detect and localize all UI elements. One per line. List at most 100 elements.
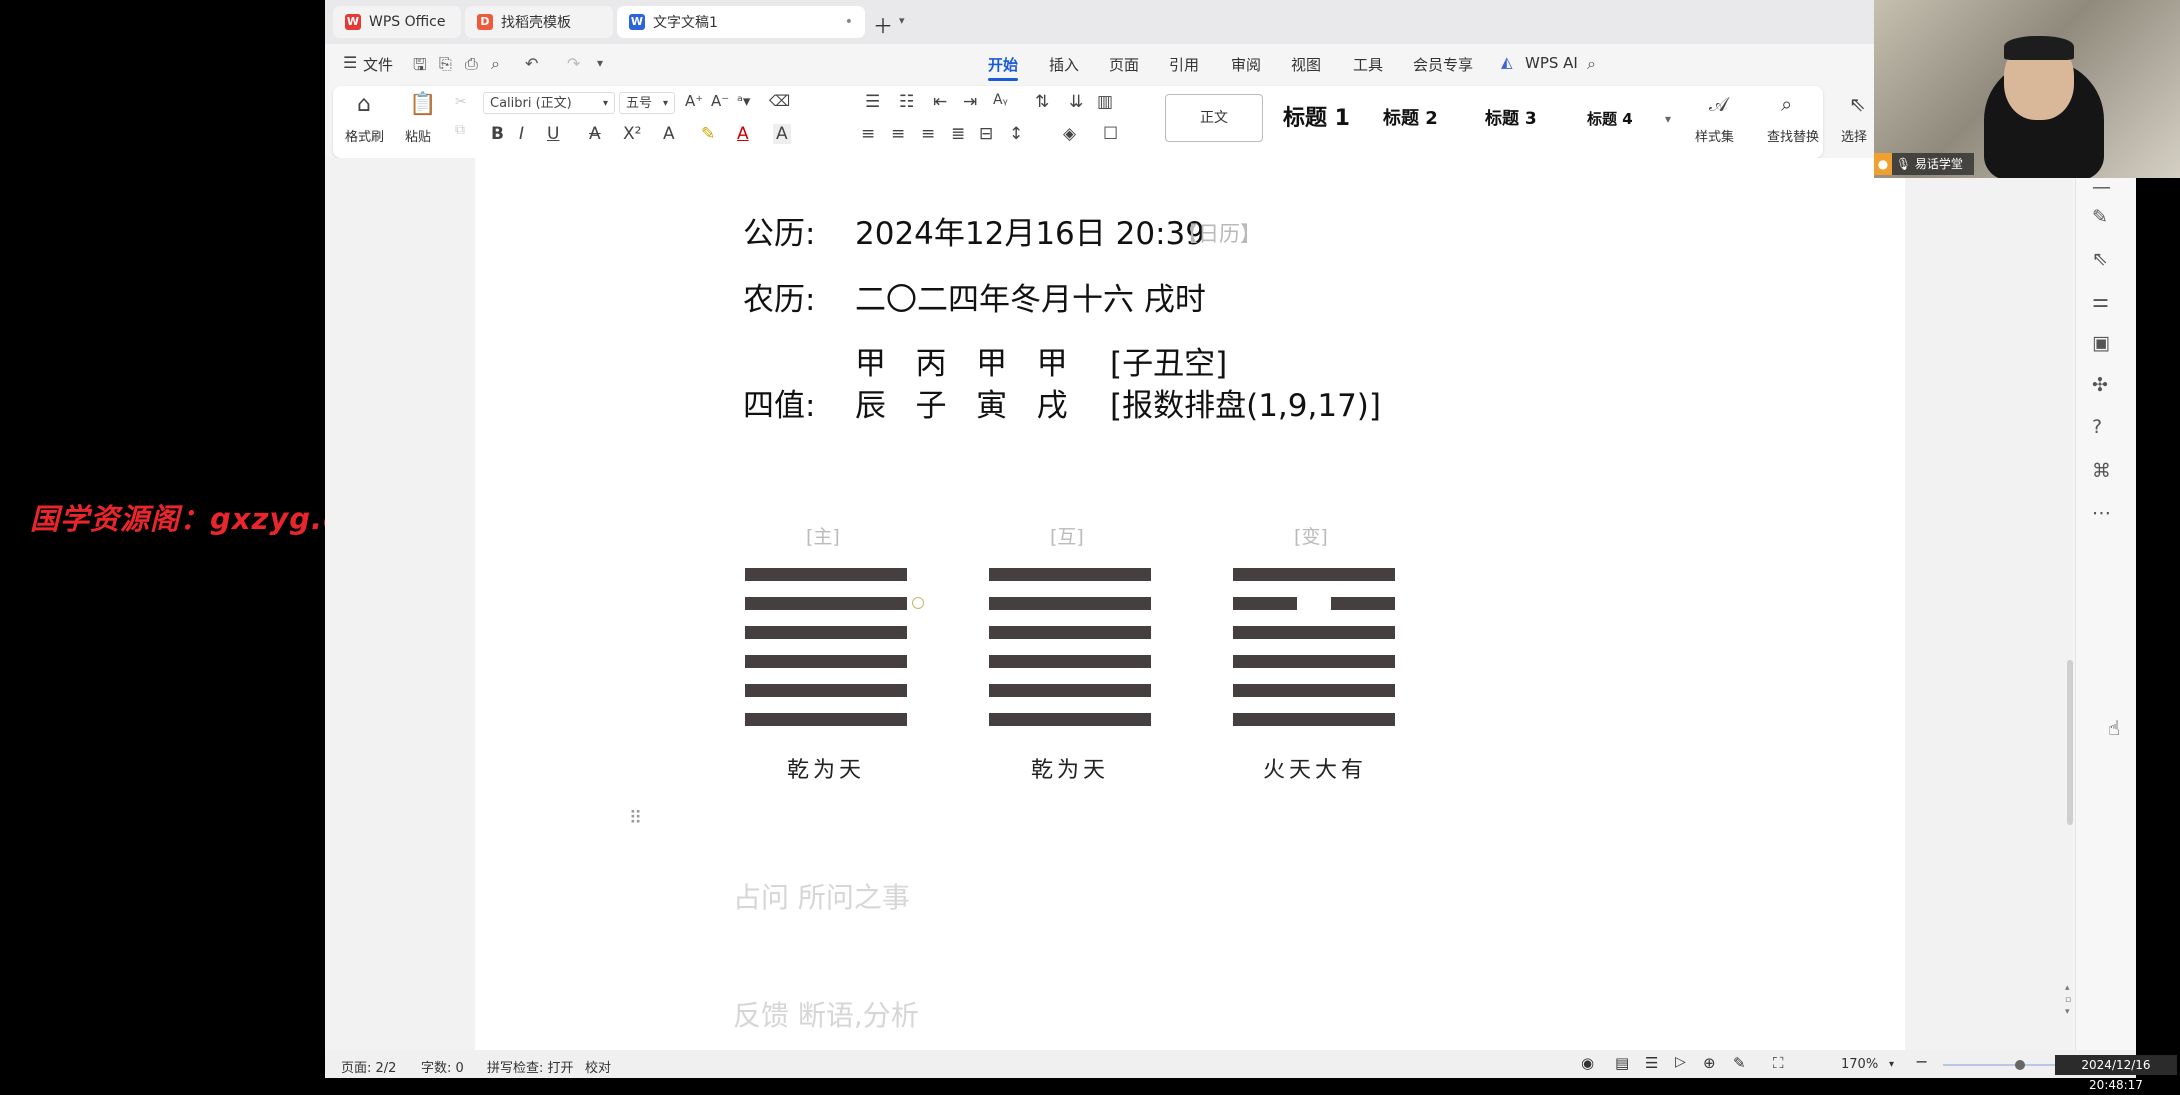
proofread-button[interactable]: 校对 [585,1057,611,1076]
grow-font-icon[interactable]: A⁺ [685,92,703,110]
menu-tab-tools[interactable]: 工具 [1353,54,1383,75]
help-icon[interactable]: ? [2092,416,2102,438]
shrink-font-icon[interactable]: A⁻ [711,92,729,110]
share-icon[interactable]: ⎘ [439,54,452,74]
feedback-placeholder[interactable]: 反馈 断语,分析 [733,994,919,1034]
style-heading-3[interactable]: 标题 3 [1485,94,1537,144]
chevron-down-icon[interactable]: ▾ [1889,1059,1894,1070]
phonetic-guide-icon[interactable]: ᵃ▾ [737,92,750,110]
text-effect-icon[interactable]: A [663,124,675,144]
adjust-sliders-icon[interactable]: ⚌ [2092,290,2109,312]
style-heading-4[interactable]: 标题 4 [1587,94,1633,144]
underline-icon[interactable]: U [547,124,559,144]
tab-docer[interactable]: D 找稻壳模板 [465,6,613,38]
style-heading-1[interactable]: 标题 1 [1283,94,1350,144]
align-right-icon[interactable]: ≡ [921,124,935,144]
menu-tab-insert[interactable]: 插入 [1049,54,1079,75]
highlight-icon[interactable]: ✎ [701,124,715,144]
menu-tab-member[interactable]: 会员专享 [1413,54,1473,75]
format-painter-icon[interactable]: ⌂ [357,92,371,117]
bullet-list-icon[interactable]: ☰ [865,92,880,112]
align-center-icon[interactable]: ≡ [891,124,905,144]
align-left-icon[interactable]: ≡ [861,124,875,144]
distribute-icon[interactable]: ⊟ [979,124,993,144]
select-icon[interactable]: ⇖ [1849,92,1866,116]
superscript-icon[interactable]: X² [623,124,641,144]
task-pane-menu-icon[interactable]: — [2092,176,2111,198]
file-menu[interactable]: 文件 [363,54,393,75]
font-name-dropdown[interactable]: Calibri (正文) ▾ [483,92,615,114]
select-button[interactable]: 选择 [1841,126,1867,145]
edit-pen-icon[interactable]: ✎ [2092,206,2108,228]
word-count[interactable]: 字数: 0 [421,1057,464,1076]
italic-icon[interactable]: I [519,124,524,144]
justify-icon[interactable]: ≣ [951,124,965,144]
decrease-indent-icon[interactable]: ⇤ [933,92,947,112]
vertical-scrollbar[interactable]: ▴ ▫ ▾ [2065,160,2075,1017]
zoom-level[interactable]: 170% [1841,1057,1878,1072]
undo-icon[interactable]: ↶ [525,54,538,73]
borders-icon[interactable]: ☐ [1103,124,1118,144]
chevron-down-icon[interactable]: ▾ [899,14,905,27]
print-icon[interactable]: ⎙ [465,54,478,74]
hamburger-icon[interactable]: ☰ [343,53,357,72]
wps-ai-button[interactable]: WPS AI [1525,54,1578,72]
font-size-dropdown[interactable]: 五号 ▾ [619,92,675,114]
style-set-icon[interactable]: 𝒜 [1709,92,1728,116]
columns-icon[interactable]: ▥ [1097,92,1113,112]
image-tool-icon[interactable]: ▣ [2092,332,2110,354]
menu-tab-page[interactable]: 页面 [1109,54,1139,75]
spell-check-status[interactable]: 拼写检查: 打开 [487,1057,574,1076]
web-view-icon[interactable]: ⊕ [1703,1054,1716,1072]
char-shading-icon[interactable]: A [773,124,791,144]
text-direction-icon[interactable]: Aᵧ [993,92,1008,108]
zoom-out-icon[interactable]: − [1915,1052,1928,1071]
shading-icon[interactable]: ◈ [1063,124,1076,144]
zoom-slider-thumb[interactable] [2015,1060,2025,1070]
paste-button[interactable]: 粘贴 [405,126,431,145]
toolbox-icon[interactable]: ✣ [2092,374,2108,396]
question-placeholder[interactable]: 占问 所问之事 [733,876,910,916]
paste-icon[interactable]: 📋 [409,92,436,117]
line-spacing-icon[interactable]: ↕ [1009,124,1023,144]
style-normal[interactable]: 正文 [1165,94,1263,142]
menu-tab-home[interactable]: 开始 [988,54,1018,75]
fit-page-icon[interactable]: ⛶ [1773,1054,1784,1072]
font-color-icon[interactable]: A [737,124,749,144]
new-tab-icon[interactable]: ＋ [873,10,893,39]
page-count[interactable]: 页面: 2/2 [341,1057,396,1076]
tab-document[interactable]: W 文字文稿1 • [617,6,865,38]
page-nav-icon[interactable]: ▴ ▫ ▾ [2065,982,2071,1018]
calendar-tag[interactable]: 【日历】 [1177,218,1261,248]
save-icon[interactable]: 🖫 [413,54,427,81]
tab-wps-office[interactable]: W WPS Office [333,6,461,38]
eye-protection-icon[interactable]: ◉ [1581,1054,1594,1072]
copy-icon[interactable]: ⧉ [455,122,465,138]
search-icon[interactable]: ⌕ [1587,54,1596,74]
play-icon[interactable]: ▷ [1675,1054,1686,1070]
print-preview-icon[interactable]: ⌕ [491,54,500,74]
line-numbers-icon[interactable]: ⇊ [1069,92,1083,112]
drag-handle-icon[interactable]: ⠿ [629,808,642,829]
pen-icon[interactable]: ✎ [1733,1054,1746,1072]
more-options-icon[interactable]: ⋯ [2092,502,2111,524]
quick-access-more-icon[interactable]: ▾ [597,56,603,70]
menu-tab-references[interactable]: 引用 [1169,54,1199,75]
zoom-slider[interactable] [1943,1060,2063,1070]
redo-icon[interactable]: ↷ [567,54,580,73]
scrollbar-thumb[interactable] [2067,660,2073,825]
strikethrough-icon[interactable]: A [589,124,601,144]
page-view-icon[interactable]: ▤ [1615,1054,1629,1072]
sort-icon[interactable]: ⇅ [1035,92,1049,112]
increase-indent-icon[interactable]: ⇥ [963,92,977,112]
menu-tab-review[interactable]: 审阅 [1231,54,1261,75]
format-painter-button[interactable]: 格式刷 [345,126,384,145]
find-replace-button[interactable]: 查找替换 [1767,126,1819,145]
shirt-theme-icon[interactable]: ⌘ [2092,460,2111,482]
menu-tab-view[interactable]: 视图 [1291,54,1321,75]
clear-format-icon[interactable]: ⌫ [769,92,790,110]
select-pointer-icon[interactable]: ⇖ [2092,248,2108,270]
styles-expand-icon[interactable]: ▾ [1665,112,1671,126]
style-set-button[interactable]: 样式集 [1695,126,1734,145]
numbered-list-icon[interactable]: ☷ [899,92,914,112]
